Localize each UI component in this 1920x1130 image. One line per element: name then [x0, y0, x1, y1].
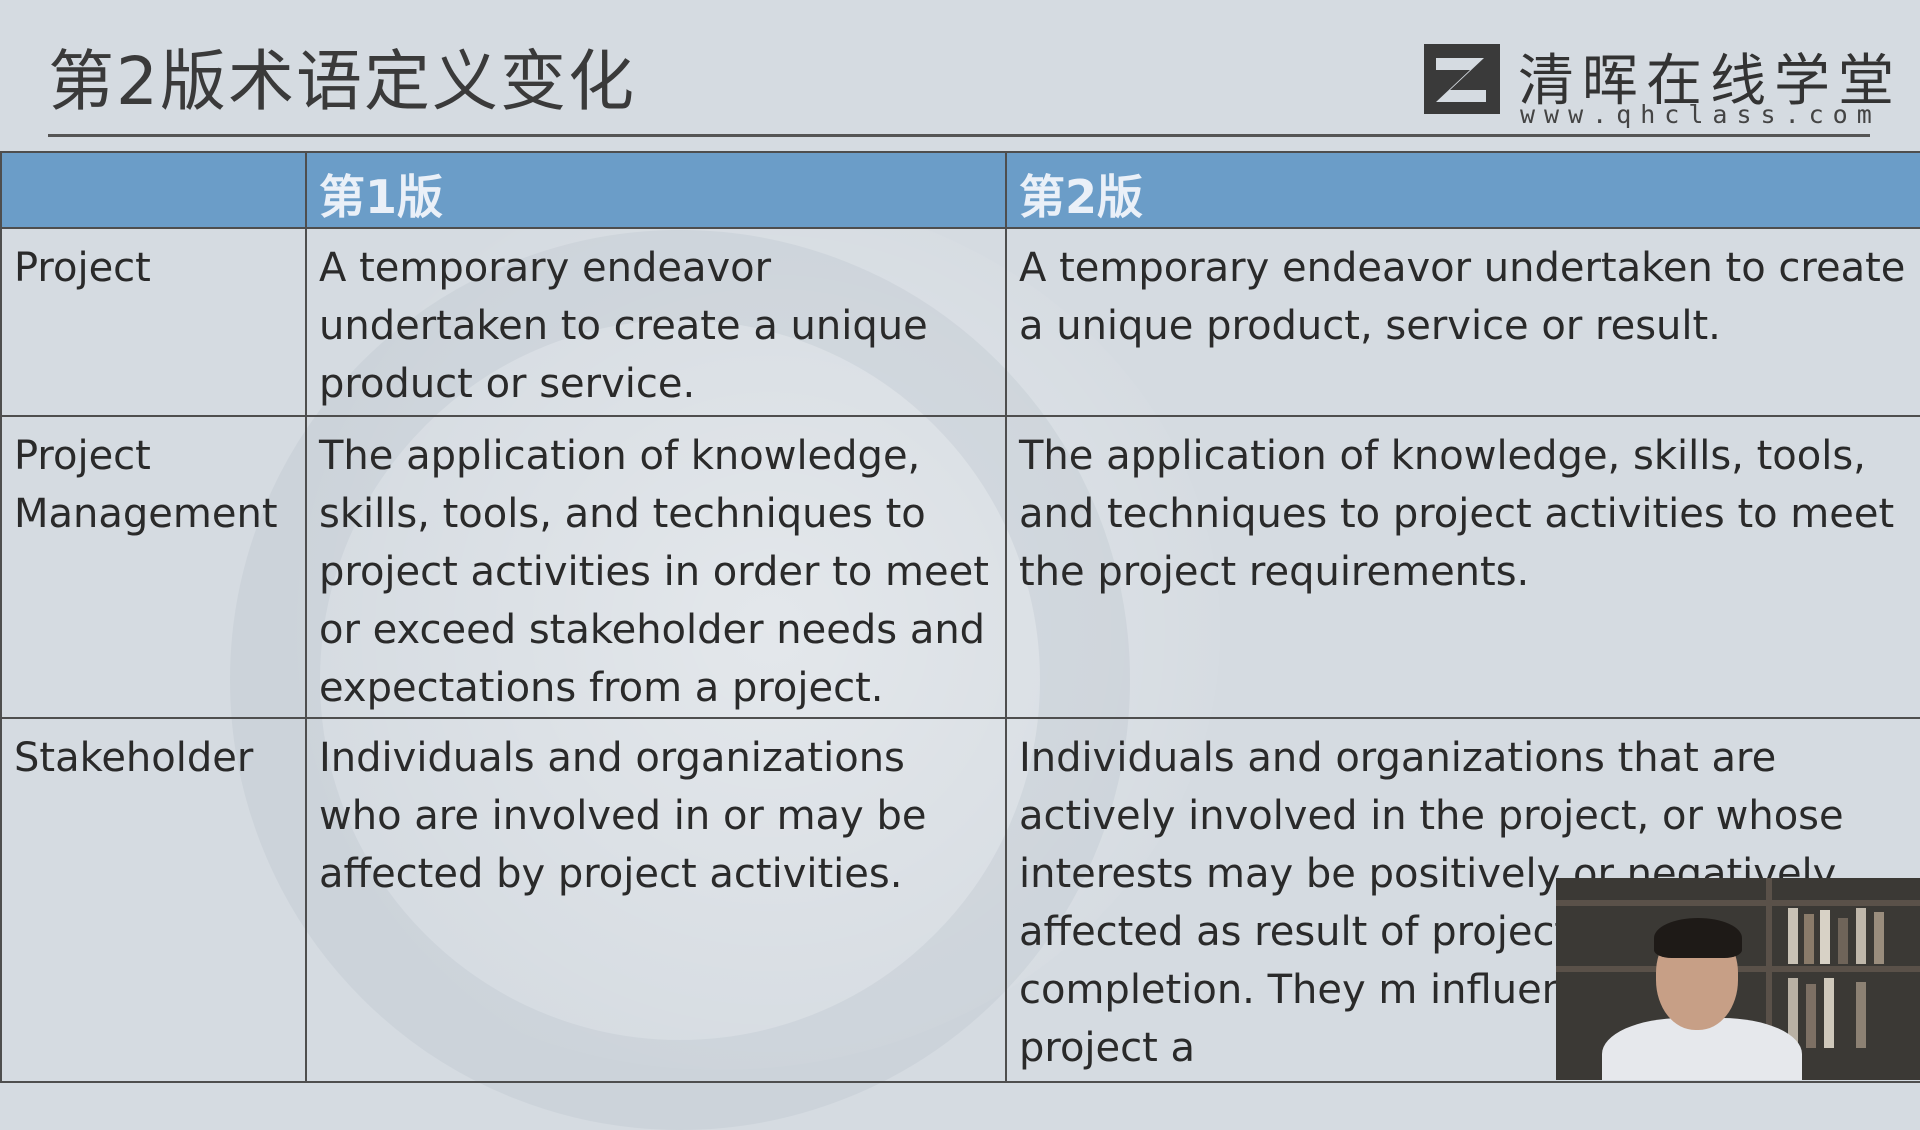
book [1824, 978, 1834, 1048]
book [1820, 910, 1830, 964]
table-header-row: 第1版 第2版 [0, 151, 1920, 229]
book [1856, 982, 1866, 1048]
table-row: Project Management The application of kn… [0, 415, 1920, 719]
title-divider [48, 134, 1870, 137]
book [1838, 918, 1848, 964]
edition-1-definition: Individuals and organizations who are in… [305, 717, 1007, 1083]
slide-title: 第2版术语定义变化 [48, 43, 636, 120]
header-edition-1: 第1版 [305, 151, 1007, 229]
header-term [0, 151, 307, 229]
term-cell: Project [0, 227, 307, 417]
bookshelf [1556, 900, 1920, 906]
book [1856, 908, 1866, 964]
book [1788, 908, 1798, 964]
qh-logo-icon [1424, 44, 1500, 114]
book [1874, 912, 1884, 964]
webcam-overlay [1556, 878, 1920, 1080]
edition-1-definition: The application of knowledge, skills, to… [305, 415, 1007, 719]
table-row: Project A temporary endeavor undertaken … [0, 227, 1920, 417]
term-cell: Project Management [0, 415, 307, 719]
term-cell: Stakeholder [0, 717, 307, 1083]
presenter-hair [1654, 918, 1742, 958]
brand-header: 清晖在线学堂 www.qhclass.com [1422, 36, 1894, 129]
edition-2-definition: The application of knowledge, skills, to… [1005, 415, 1920, 719]
header-edition-2: 第2版 [1005, 151, 1920, 229]
book [1804, 914, 1814, 964]
book [1806, 984, 1816, 1048]
edition-1-definition: A temporary endeavor undertaken to creat… [305, 227, 1007, 417]
edition-2-definition: A temporary endeavor undertaken to creat… [1005, 227, 1920, 417]
brand-url: www.qhclass.com [1520, 100, 1881, 129]
bookshelf [1556, 966, 1920, 972]
